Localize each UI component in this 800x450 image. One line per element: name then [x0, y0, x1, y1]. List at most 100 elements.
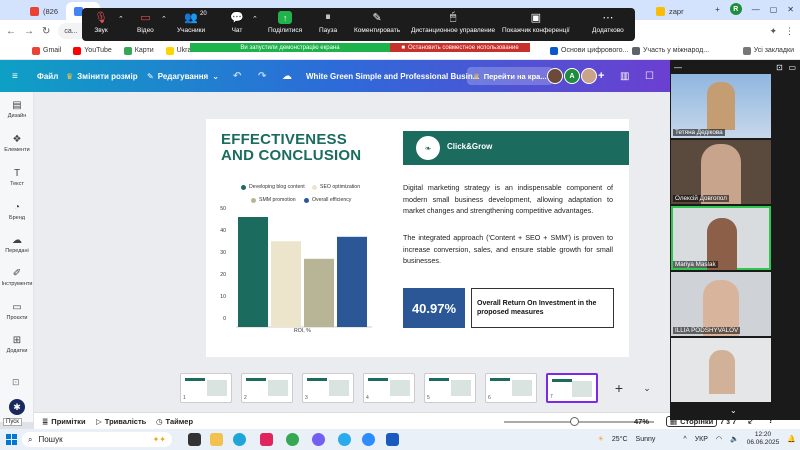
page-thumbnail[interactable]: 2 — [241, 373, 293, 403]
taskbar-clock[interactable]: 12:20 06.06.2025 — [747, 431, 780, 447]
bookmark-youtube[interactable]: YouTube — [73, 46, 112, 55]
chevron-up-icon[interactable]: ⌃ — [118, 15, 124, 23]
add-collaborator-icon[interactable]: + — [598, 70, 604, 82]
sidebar-item-uploads[interactable]: ☁ Передані — [0, 235, 34, 254]
pause-share-button[interactable]: ⏸ Пауза — [319, 11, 337, 34]
menu-icon[interactable]: ⋮ — [785, 26, 794, 37]
chart-bar[interactable] — [304, 258, 334, 327]
page-thumbnail[interactable]: 4 — [363, 373, 415, 403]
participant-tile[interactable]: Олексій Довгопол — [671, 140, 771, 204]
chat-button[interactable]: 💬 Чат — [230, 11, 244, 34]
file-explorer-icon[interactable] — [210, 433, 223, 446]
minimize-icon[interactable]: — — [752, 5, 760, 14]
page-thumbnail[interactable]: 6 — [485, 373, 537, 403]
zoom-slider[interactable] — [504, 417, 654, 426]
bookmark-basics[interactable]: Основи цифрового... — [550, 46, 628, 55]
zoom-app-icon[interactable] — [362, 433, 375, 446]
sidebar-item-projects[interactable]: ▭ Проєкти — [0, 302, 34, 321]
redo-icon[interactable]: ↷ — [258, 71, 266, 82]
reload-icon[interactable]: ↻ — [42, 26, 50, 37]
participant-tile[interactable]: ILLIA PODSHYVALOV — [671, 272, 771, 336]
collapse-icon[interactable]: ⊡ — [776, 63, 783, 72]
roi-label-box[interactable]: Overall Return On Investment in the prop… — [471, 288, 614, 328]
annotate-button[interactable]: ✎ Коментировать — [354, 11, 400, 34]
sidebar-item-apps[interactable]: ⊞ Додатки — [0, 335, 34, 354]
sidebar-item-design[interactable]: ▤ Дизайн — [0, 100, 34, 119]
video-button[interactable]: ▭ Відео — [137, 11, 154, 34]
add-page-button[interactable]: + — [607, 378, 631, 398]
roi-bar-chart[interactable] — [216, 205, 376, 335]
tray-chevron-icon[interactable]: ^ — [683, 436, 686, 443]
slide-paragraph-2[interactable]: The integrated approach ('Content + SEO … — [403, 232, 613, 267]
telegram-icon[interactable] — [338, 433, 351, 446]
maximize-icon[interactable]: ▢ — [770, 5, 778, 14]
remote-control-button[interactable]: 🖱 Дистанционное управление — [411, 11, 495, 34]
roi-value-box[interactable]: 40.97% — [403, 288, 465, 328]
ai-assistant-icon[interactable]: ✱ — [9, 399, 25, 415]
show-conference-button[interactable]: ▣ Покажчик конференції — [502, 11, 570, 34]
wifi-icon[interactable]: ◠ — [716, 435, 722, 443]
chevron-down-icon[interactable]: ⌄ — [638, 378, 656, 398]
chevron-up-icon[interactable]: ⌃ — [161, 15, 167, 23]
undo-icon[interactable]: ↶ — [233, 71, 241, 82]
taskbar-search[interactable]: ⌕ Пошук ✦✦ — [22, 432, 172, 447]
edit-menu[interactable]: ✎ Редагування ⌄ — [147, 72, 219, 81]
chevron-up-icon[interactable]: ⌃ — [252, 15, 258, 23]
hamburger-icon[interactable]: ≡ — [12, 71, 18, 82]
forward-icon[interactable]: → — [24, 26, 34, 37]
browser-tab[interactable]: (826 — [22, 2, 66, 20]
word-icon[interactable] — [386, 433, 399, 446]
sidebar-item-text[interactable]: T Текст — [0, 168, 34, 187]
chart-bar[interactable] — [238, 217, 268, 327]
duration-button[interactable]: ▷ Тривалість — [96, 417, 146, 426]
sidebar-item-elements[interactable]: ❖ Елементи — [0, 134, 34, 153]
magic-icon[interactable]: ⊡ — [12, 377, 20, 388]
participant-tile[interactable]: Тетяна Дедікова — [671, 74, 771, 138]
profile-avatar[interactable]: R — [729, 3, 742, 15]
present-button[interactable]: ♛ Перейти на кра... — [467, 67, 553, 85]
scroll-down-icon[interactable]: ⌄ — [730, 406, 737, 415]
bookmark-gmail[interactable]: Gmail — [32, 46, 61, 55]
viber-icon[interactable] — [312, 433, 325, 446]
comment-icon[interactable]: ☐ — [645, 71, 654, 82]
task-view-icon[interactable] — [188, 433, 201, 446]
slide-title[interactable]: EFFECTIVENESS AND CONCLUSION — [221, 132, 361, 164]
zoom-slider-handle[interactable] — [570, 417, 579, 426]
participant-tile-active[interactable]: Mariya Maslak — [671, 206, 771, 270]
back-icon[interactable]: ← — [6, 26, 16, 37]
bookmark-all[interactable]: Усі закладки — [742, 46, 794, 55]
page-thumbnail[interactable]: 3 — [302, 373, 354, 403]
sidebar-item-brand[interactable]: ◔ Бренд — [0, 202, 34, 221]
analytics-icon[interactable]: ▥ — [620, 71, 629, 82]
slide-paragraph-1[interactable]: Digital marketing strategy is an indispe… — [403, 182, 613, 217]
chrome-icon[interactable] — [286, 433, 299, 446]
bookmark-maps[interactable]: Карти — [123, 46, 154, 55]
page-thumbnail[interactable]: 1 — [180, 373, 232, 403]
zoom-level[interactable]: 47% — [634, 417, 649, 426]
slide-canvas[interactable]: EFFECTIVENESS AND CONCLUSION ❧ Click&Gro… — [206, 119, 629, 357]
audio-button[interactable]: 🎙 Звук — [94, 11, 108, 34]
bookmark-participation[interactable]: Участь у міжнарод... — [632, 46, 709, 55]
new-tab-icon[interactable]: + — [715, 5, 720, 14]
minimize-icon[interactable]: — — [674, 63, 682, 72]
close-icon[interactable]: ✕ — [787, 5, 794, 14]
collaborator-avatars[interactable]: A — [547, 68, 597, 84]
sidebar-item-tools[interactable]: ✐ Інструменти — [0, 268, 34, 287]
timer-button[interactable]: ◷ Таймер — [156, 417, 193, 426]
edge-icon[interactable] — [233, 433, 246, 446]
media-app-icon[interactable] — [260, 433, 273, 446]
notifications-icon[interactable]: 🔔 — [787, 435, 796, 443]
page-thumbnail[interactable]: 5 — [424, 373, 476, 403]
chart-bar[interactable] — [271, 241, 301, 327]
browser-tab[interactable]: zapr — [648, 2, 692, 20]
page-thumbnail[interactable]: 7 — [546, 373, 598, 403]
stop-share-button[interactable]: ■ Остановить совместное использование — [390, 43, 530, 52]
notes-button[interactable]: ≣ Примітки — [42, 417, 86, 426]
resize-button[interactable]: ♛ Змінити розмір — [66, 72, 138, 81]
extensions-icon[interactable]: ✦ — [769, 26, 777, 37]
participant-tile[interactable] — [671, 338, 771, 402]
file-menu[interactable]: Файл — [37, 72, 58, 81]
share-screen-button[interactable]: ↑ Поділитися — [268, 11, 302, 34]
volume-icon[interactable]: 🔈 — [730, 435, 739, 443]
brand-banner[interactable]: ❧ Click&Grow — [403, 131, 629, 165]
